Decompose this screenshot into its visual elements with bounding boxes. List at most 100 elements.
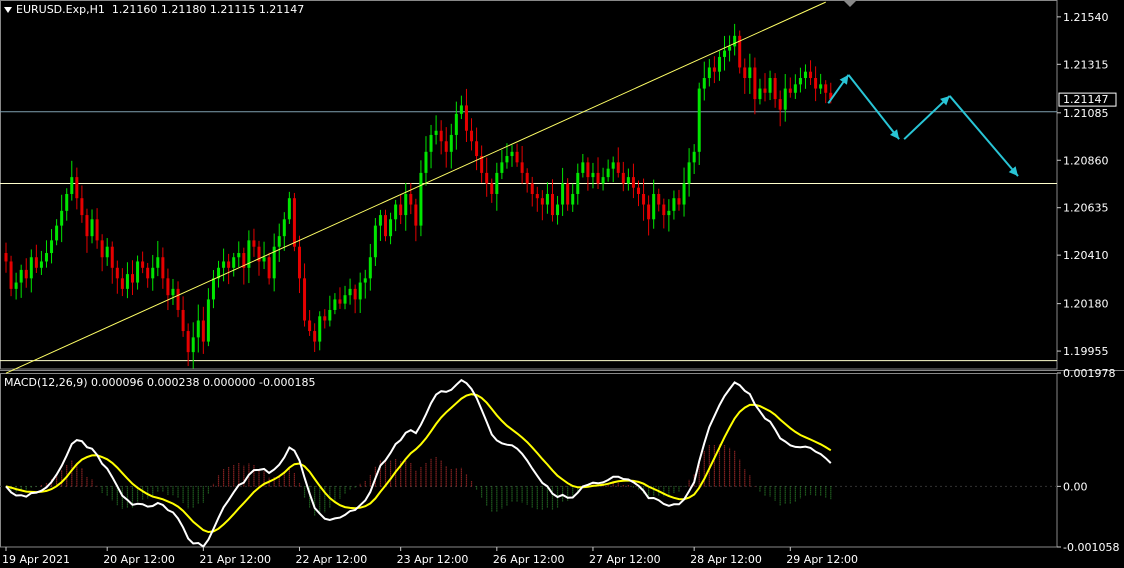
candle xyxy=(444,127,448,168)
candle xyxy=(824,80,828,104)
candle-body xyxy=(394,204,398,220)
candle-body xyxy=(100,240,104,258)
candle-body xyxy=(404,193,408,216)
price-tick-label: 1.20860 xyxy=(1063,154,1109,167)
candle xyxy=(642,178,646,221)
candle xyxy=(464,88,468,142)
candle xyxy=(515,143,519,167)
candle-body xyxy=(358,282,362,300)
symbol-name: EURUSD.Exp,H1 xyxy=(16,3,105,16)
candle-body xyxy=(692,151,696,163)
candle-body xyxy=(586,162,590,178)
candle-body xyxy=(626,177,630,184)
time-tick-label: 28 Apr 12:00 xyxy=(690,553,762,566)
candle xyxy=(728,35,732,62)
candle xyxy=(39,250,43,275)
forecast-arrow-shaft xyxy=(903,95,951,140)
candle-body xyxy=(768,78,772,93)
candle xyxy=(662,198,666,229)
candle xyxy=(657,188,661,212)
candle-body xyxy=(161,257,165,279)
candle-body xyxy=(378,215,382,226)
candle-body xyxy=(222,261,226,268)
candle xyxy=(419,160,423,237)
candle xyxy=(181,296,185,337)
candle-body xyxy=(510,151,514,157)
forecast-arrow-shaft xyxy=(847,74,900,140)
dropdown-triangle-icon[interactable] xyxy=(4,7,12,13)
candle-body xyxy=(105,246,109,258)
price-tick-label: 1.20180 xyxy=(1063,298,1109,311)
candle-body xyxy=(368,257,372,279)
candle-body xyxy=(606,168,610,178)
candle-body xyxy=(824,84,828,93)
candle xyxy=(803,64,807,89)
candle xyxy=(378,209,382,241)
candle-body xyxy=(14,282,18,289)
candle-body xyxy=(697,88,701,152)
candle-body xyxy=(677,198,681,205)
candle xyxy=(712,56,716,84)
candle xyxy=(105,238,109,266)
chart-canvas[interactable]: 1.21540 1.21315 1.21085 1.20860 1.20635 1.204… xyxy=(0,0,1124,568)
candle xyxy=(287,191,291,224)
time-tick-label: 27 Apr 12:00 xyxy=(589,553,661,566)
candle xyxy=(409,183,413,215)
candle xyxy=(227,253,231,285)
candle-body xyxy=(723,50,727,57)
candle xyxy=(758,78,762,105)
candle xyxy=(510,145,514,167)
candle xyxy=(591,162,595,189)
candle xyxy=(495,162,499,211)
time-tick-label: 19 Apr 2021 xyxy=(2,553,70,566)
candle xyxy=(702,61,706,101)
candle xyxy=(19,264,23,298)
candle xyxy=(626,168,630,191)
candle xyxy=(596,157,600,189)
candle xyxy=(343,285,347,310)
price-tick-label: 1.21315 xyxy=(1063,58,1109,71)
macd-panel-frame xyxy=(0,373,1058,548)
candle-body xyxy=(333,299,337,310)
candle-body xyxy=(166,278,170,296)
candle xyxy=(576,163,580,205)
candle-body xyxy=(363,278,367,283)
candle xyxy=(667,199,671,232)
candle xyxy=(363,269,367,299)
candle-body xyxy=(490,183,494,194)
candle-body xyxy=(287,198,291,220)
candle xyxy=(485,157,489,197)
candle-body xyxy=(778,99,782,110)
candle-body xyxy=(798,78,802,85)
candle xyxy=(232,252,236,277)
candle-body xyxy=(561,183,565,205)
candle-body xyxy=(80,198,84,216)
candle xyxy=(120,268,124,297)
candle-body xyxy=(201,320,205,342)
candle xyxy=(110,241,114,284)
candle-body xyxy=(55,225,59,241)
candle xyxy=(414,198,418,242)
candle xyxy=(763,73,767,102)
ohlc-values: 1.21160 1.21180 1.21115 1.21147 xyxy=(111,3,305,16)
candle xyxy=(672,190,676,220)
candle-body xyxy=(621,172,625,184)
candle-body xyxy=(353,288,357,300)
candle-body xyxy=(156,257,160,268)
candle xyxy=(80,185,84,223)
candle-body xyxy=(227,261,231,268)
candle-body xyxy=(485,172,489,184)
candle-body xyxy=(743,67,747,79)
candle-body xyxy=(662,204,666,216)
candle-body xyxy=(303,278,307,321)
candle-body xyxy=(652,193,656,220)
candle xyxy=(171,278,175,305)
candle xyxy=(262,241,266,270)
candle xyxy=(85,208,89,253)
candle-body xyxy=(186,331,190,353)
candle xyxy=(621,161,625,192)
candle xyxy=(50,229,54,264)
candle xyxy=(743,58,747,94)
candle-body xyxy=(75,177,79,199)
candle xyxy=(394,199,398,232)
